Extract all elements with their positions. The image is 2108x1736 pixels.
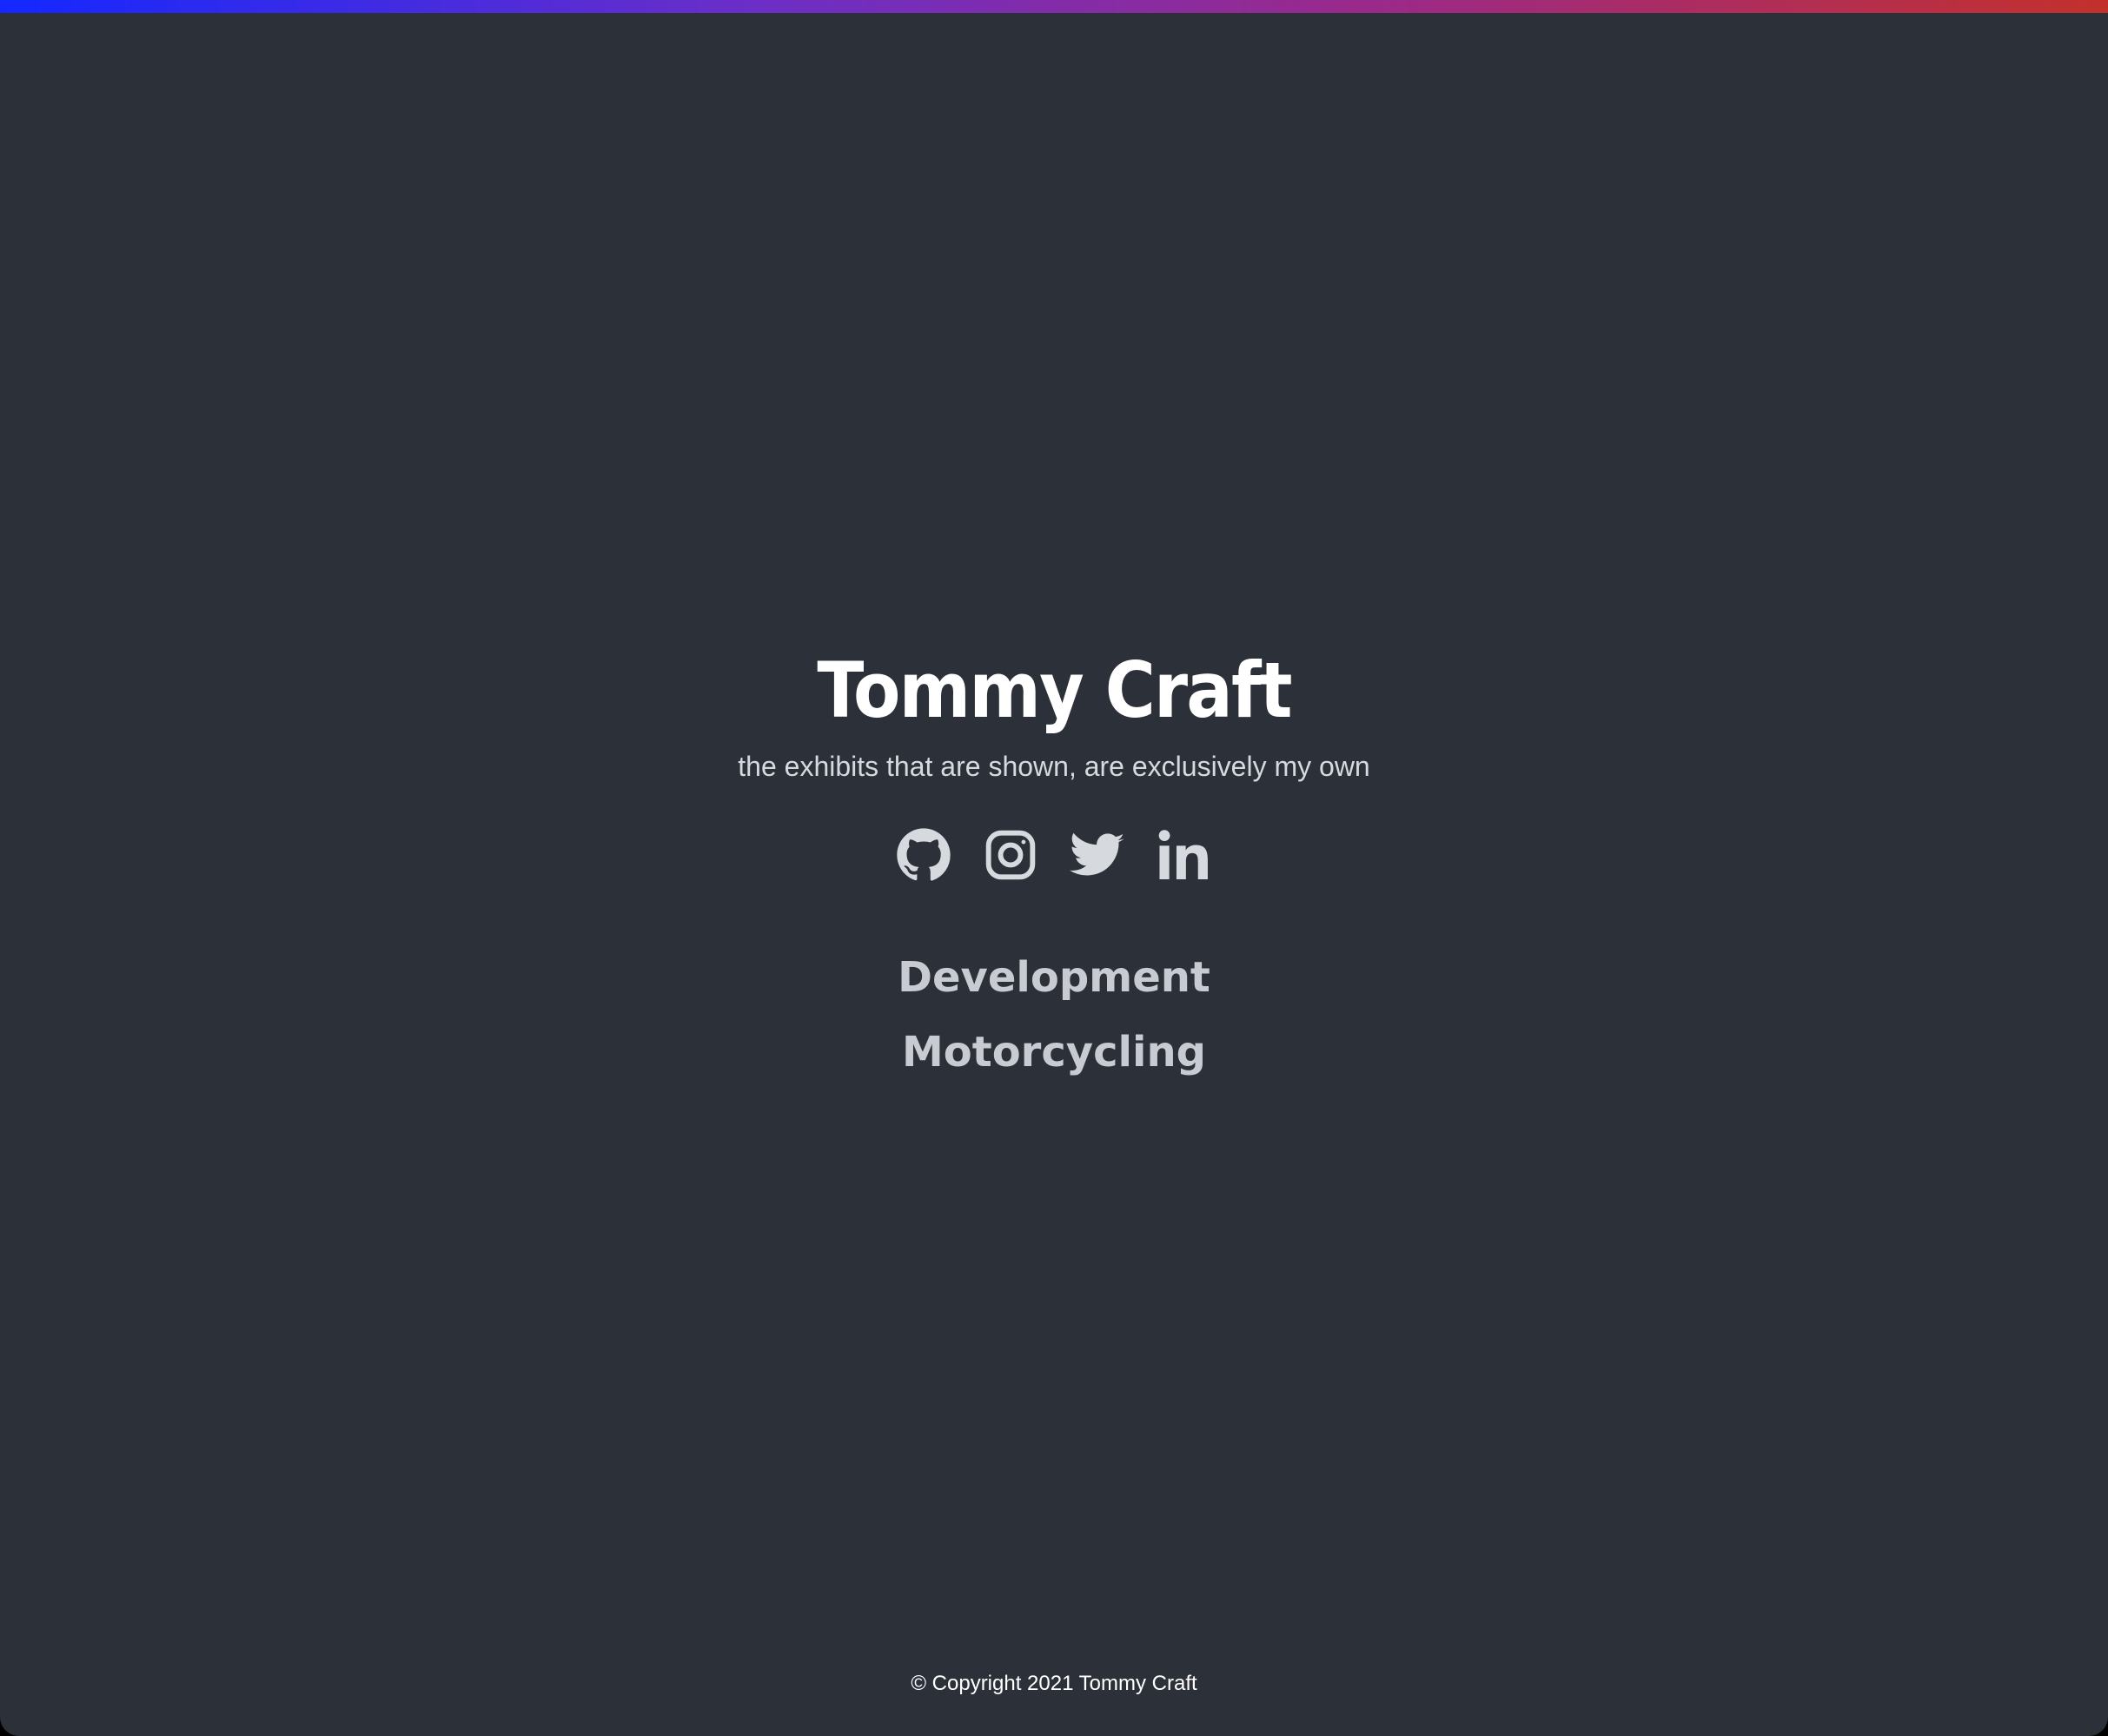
github-icon <box>897 828 951 881</box>
page-window: Tommy Craft the exhibits that are shown,… <box>0 0 2108 1736</box>
instagram-icon <box>985 830 1036 880</box>
github-link[interactable] <box>896 827 951 883</box>
nav-link-development[interactable]: Development <box>0 940 2108 1015</box>
hero-section: Tommy Craft the exhibits that are shown,… <box>0 643 2108 1090</box>
linkedin-link[interactable] <box>1157 827 1212 883</box>
section-nav: Development Motorcycling <box>0 940 2108 1090</box>
linkedin-icon <box>1158 830 1208 879</box>
twitter-link[interactable] <box>1070 827 1125 883</box>
social-links <box>0 827 2108 883</box>
page-subtitle: the exhibits that are shown, are exclusi… <box>738 751 1370 782</box>
page-title: Tommy Craft <box>817 646 1292 735</box>
nav-link-motorcycling[interactable]: Motorcycling <box>0 1015 2108 1090</box>
footer-copyright: © Copyright 2021 Tommy Craft <box>911 1672 1197 1695</box>
gradient-top-bar <box>0 0 2108 13</box>
instagram-link[interactable] <box>983 827 1038 883</box>
twitter-icon <box>1070 832 1124 876</box>
